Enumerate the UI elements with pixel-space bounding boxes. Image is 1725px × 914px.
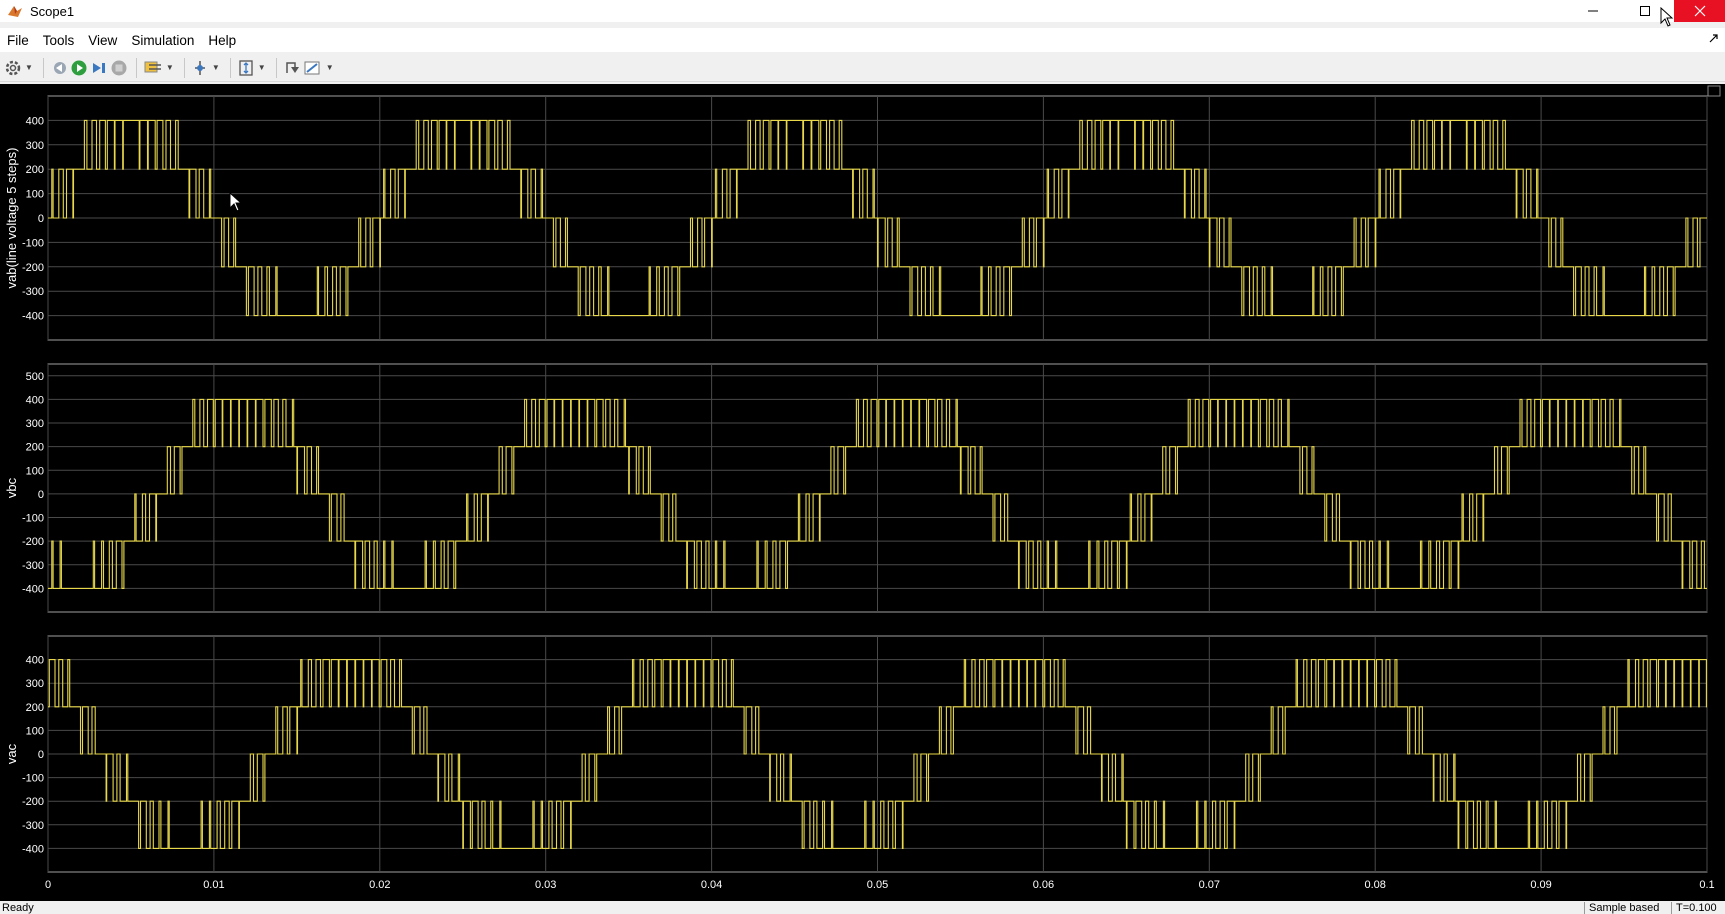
status-bar: Ready Sample based T=0.100 <box>0 901 1725 914</box>
x-tick-label: 0 <box>45 879 51 891</box>
y-tick-label: -400 <box>22 311 44 323</box>
y-tick-label: 100 <box>26 725 44 737</box>
step-forward-icon <box>92 62 105 73</box>
restore-view-button[interactable] <box>283 57 301 79</box>
chevron-down-icon[interactable]: ▼ <box>25 63 33 72</box>
y-tick-label: 100 <box>26 189 44 201</box>
separator <box>183 57 185 78</box>
menu-file[interactable]: File <box>7 33 29 48</box>
menu-view[interactable]: View <box>88 33 117 48</box>
x-tick-label: 0.09 <box>1530 879 1551 891</box>
trigger-icon <box>194 60 205 75</box>
x-tick-label: 0.1 <box>1699 879 1714 891</box>
y-tick-label: 300 <box>26 418 44 430</box>
y-tick-label: -300 <box>22 286 44 298</box>
chevron-down-icon[interactable]: ▼ <box>258 63 266 72</box>
trigger-button[interactable] <box>191 57 209 79</box>
chevron-down-icon[interactable]: ▼ <box>212 63 220 72</box>
y-tick-label: 200 <box>26 164 44 176</box>
scale-icon <box>239 59 253 76</box>
y-tick-label: 0 <box>38 213 44 225</box>
menu-simulation[interactable]: Simulation <box>131 33 194 48</box>
minimize-button[interactable] <box>1570 0 1616 22</box>
close-button[interactable] <box>1674 0 1725 22</box>
menu-help[interactable]: Help <box>208 33 236 48</box>
y-tick-label: 400 <box>26 394 44 406</box>
y-tick-label: -200 <box>22 262 44 274</box>
x-tick-label: 0.03 <box>535 879 556 891</box>
title-bar: Scope1 <box>0 0 1725 22</box>
step-back-button[interactable] <box>50 57 68 79</box>
x-tick-label: 0.02 <box>369 879 390 891</box>
y-tick-label: -100 <box>22 513 44 525</box>
style-icon <box>304 61 320 74</box>
window-title: Scope1 <box>30 3 75 19</box>
scope-plot-area[interactable]: -400 -300 -200 -100 0 100 200 300 400 vab(line vo… <box>0 84 1725 901</box>
y-tick-label: 400 <box>26 655 44 667</box>
highlight-button[interactable] <box>143 57 163 79</box>
menu-tools[interactable]: Tools <box>43 33 75 48</box>
scope-chart[interactable]: -400 -300 -200 -100 0 100 200 300 400 vab(line vo… <box>0 84 1725 901</box>
sim-time: T=0.100 <box>1671 902 1717 914</box>
separator <box>42 57 44 78</box>
style-button[interactable] <box>303 57 323 79</box>
y-tick-label: 300 <box>26 140 44 152</box>
y-tick-label: -100 <box>22 773 44 785</box>
mouse-cursor-icon <box>229 192 243 212</box>
x-tick-label: 0.04 <box>701 879 722 891</box>
chevron-down-icon[interactable]: ▼ <box>166 63 174 72</box>
y-tick-label: -400 <box>22 583 44 595</box>
y-tick-label: 300 <box>26 678 44 690</box>
y-axis-label: vab(line voltage 5 steps) <box>4 148 19 289</box>
close-icon <box>1694 5 1705 17</box>
highlight-icon <box>144 61 161 72</box>
undock-icon[interactable] <box>1709 33 1719 43</box>
step-back-icon <box>53 61 66 74</box>
y-tick-label: 200 <box>26 442 44 454</box>
separator <box>275 57 277 78</box>
settings-button[interactable] <box>4 57 22 79</box>
x-tick-label: 0.08 <box>1364 879 1385 891</box>
run-icon <box>71 60 87 75</box>
run-button[interactable] <box>70 57 88 79</box>
stop-button[interactable] <box>110 57 128 79</box>
y-axis-label: vac <box>4 743 19 764</box>
sample-mode: Sample based <box>1584 902 1659 914</box>
x-tick-label: 0.06 <box>1033 879 1054 891</box>
y-axis-label: vbc <box>4 477 19 498</box>
y-tick-label: -300 <box>22 820 44 832</box>
mouse-cursor-icon <box>1660 7 1674 27</box>
status-text: Ready <box>2 902 34 914</box>
y-tick-label: 400 <box>26 115 44 127</box>
y-tick-label: -400 <box>22 843 44 855</box>
y-tick-label: 200 <box>26 702 44 714</box>
restore-icon <box>285 61 299 73</box>
scale-button[interactable] <box>237 57 255 79</box>
y-tick-label: -300 <box>22 560 44 572</box>
stop-icon <box>111 60 127 75</box>
y-tick-label: -200 <box>22 536 44 548</box>
menu-bar: File Tools View Simulation Help <box>0 28 1725 52</box>
matlab-icon <box>8 6 22 17</box>
chevron-down-icon[interactable]: ▼ <box>326 63 334 72</box>
y-tick-label: -100 <box>22 237 44 249</box>
y-tick-label: 100 <box>26 465 44 477</box>
y-tick-label: 0 <box>38 749 44 761</box>
step-forward-button[interactable] <box>90 57 108 79</box>
legend-toggle-icon[interactable] <box>1707 85 1721 97</box>
y-tick-label: 0 <box>38 489 44 501</box>
gear-icon <box>5 60 21 75</box>
toolbar: ▼ ▼ ▼ ▼ ▼ <box>0 54 1725 82</box>
x-tick-label: 0.01 <box>203 879 224 891</box>
y-tick-label: 500 <box>26 371 44 383</box>
maximize-icon <box>1640 6 1650 16</box>
y-tick-label: -200 <box>22 796 44 808</box>
separator <box>135 57 137 78</box>
x-tick-label: 0.07 <box>1199 879 1220 891</box>
x-tick-label: 0.05 <box>867 879 888 891</box>
minimize-icon <box>1588 10 1598 12</box>
separator <box>229 57 231 78</box>
